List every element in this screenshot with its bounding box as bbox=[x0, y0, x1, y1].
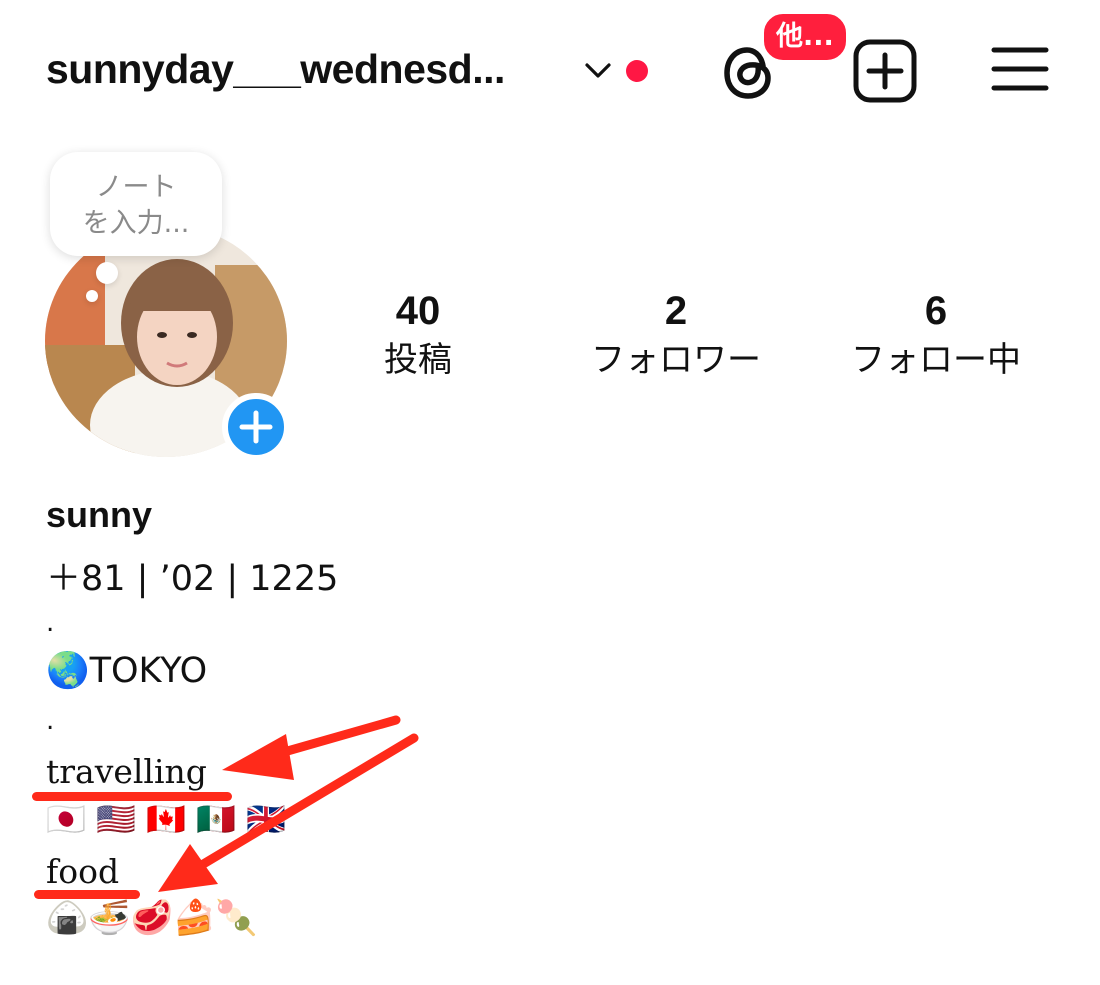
bio-line-phone: ＋81 | ’02 | 1225 bbox=[46, 559, 339, 599]
hamburger-menu-icon[interactable] bbox=[990, 42, 1050, 96]
bio-line-food-emoji: 🍙🍜🥩🍰🍡 bbox=[46, 898, 258, 938]
stat-following[interactable]: 6 フォロー中 bbox=[826, 288, 1046, 384]
stat-posts[interactable]: 40 投稿 bbox=[308, 288, 528, 384]
posts-count: 40 bbox=[395, 289, 441, 333]
annotation-underline-food bbox=[34, 890, 140, 899]
display-name: sunny bbox=[46, 494, 153, 535]
add-story-button[interactable] bbox=[222, 393, 290, 461]
plus-icon bbox=[239, 410, 273, 444]
note-bubble-tail-small bbox=[86, 290, 98, 302]
note-bubble-tail bbox=[96, 262, 118, 284]
annotation-underline-travelling bbox=[32, 792, 232, 801]
note-bubble[interactable]: ノート を入力... bbox=[50, 152, 222, 256]
plus-square-icon[interactable] bbox=[852, 38, 918, 104]
bio-line-travelling: travelling bbox=[46, 752, 207, 791]
threads-notification-badge: 他... bbox=[760, 10, 850, 64]
posts-label: 投稿 bbox=[384, 340, 452, 380]
note-placeholder: ノート を入力... bbox=[82, 172, 190, 239]
followers-count: 2 bbox=[664, 289, 688, 333]
stat-followers[interactable]: 2 フォロワー bbox=[566, 288, 786, 384]
bio-line-flags: 🇯🇵 🇺🇸 🇨🇦 🇲🇽 🇬🇧 bbox=[46, 800, 286, 838]
bio-line-food: food bbox=[46, 852, 120, 891]
followers-label: フォロワー bbox=[591, 340, 761, 380]
bio-line-location: 🌏TOKYO bbox=[46, 651, 208, 691]
notification-dot bbox=[626, 60, 648, 82]
following-count: 6 bbox=[924, 289, 948, 333]
account-username-switcher[interactable]: sunnyday___wednesd... bbox=[46, 46, 505, 93]
chevron-down-icon[interactable] bbox=[582, 54, 614, 86]
bio-line-dot: . bbox=[46, 608, 55, 638]
bio-line-dot: . bbox=[46, 706, 55, 736]
following-label: フォロー中 bbox=[851, 340, 1021, 380]
